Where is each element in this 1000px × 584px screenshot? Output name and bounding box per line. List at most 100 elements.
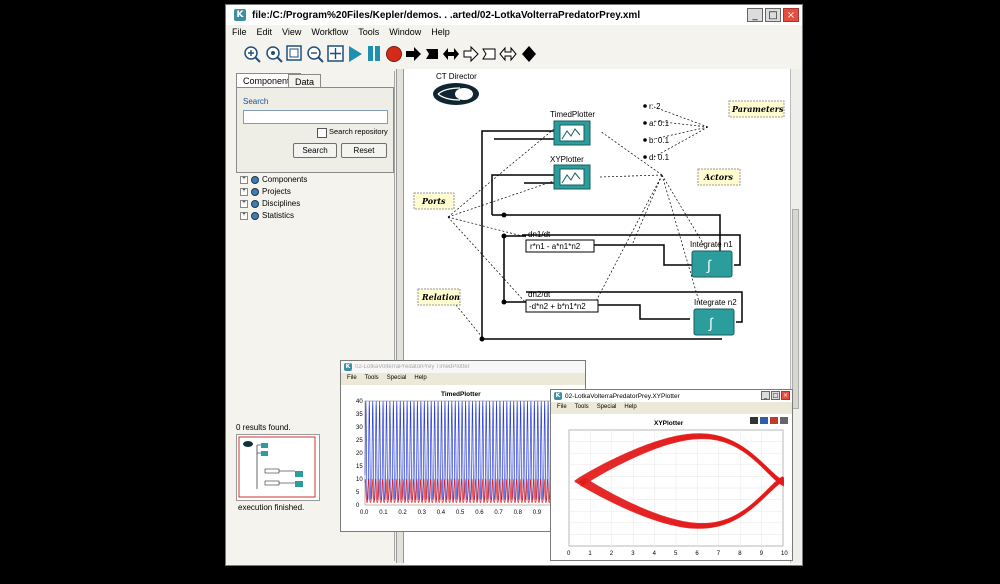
xy-menu-bar: File Tools Special Help	[551, 404, 792, 410]
folder-icon	[251, 187, 259, 196]
pause-icon[interactable]	[368, 46, 380, 61]
x-tick-label: 0.9	[533, 510, 542, 516]
x-tick-label: 8	[738, 551, 742, 557]
x-tick-label: 0.7	[494, 510, 503, 516]
expand-icon[interactable]: +	[240, 199, 248, 208]
search-label: Search	[243, 97, 269, 106]
format-icon[interactable]	[780, 417, 788, 424]
tail-icon[interactable]	[426, 49, 438, 59]
integrate-n2-actor[interactable]: ∫	[693, 308, 735, 336]
parameters-note-text: Parameters	[731, 104, 784, 114]
y-tick-label: 25	[356, 438, 363, 444]
fill-icon[interactable]	[760, 417, 768, 424]
xy-chart-title: XYPlotter	[654, 420, 684, 427]
timed-menu-special[interactable]: Special	[387, 375, 407, 381]
maximize-icon[interactable]: □	[771, 391, 780, 400]
xy-plotter-window: K 02-LotkaVolterraPredatorPrey.XYPlotter…	[550, 389, 793, 561]
tree-item-statistics[interactable]: + Statistics	[240, 211, 294, 220]
menu-view[interactable]: View	[282, 27, 301, 41]
menu-file[interactable]: File	[232, 27, 247, 41]
pan-icon[interactable]	[327, 45, 344, 62]
xy-menu-special[interactable]: Special	[597, 404, 617, 410]
timed-plotter-label: TimedPlotter	[550, 110, 595, 119]
double-arrow-icon[interactable]	[443, 48, 459, 60]
y-tick-label: 0	[356, 503, 360, 509]
x-tick-label: 10	[781, 551, 788, 557]
minimize-icon[interactable]: _	[747, 8, 763, 22]
outline-double-arrow-icon[interactable]	[499, 46, 517, 62]
x-tick-label: 0.4	[437, 510, 446, 516]
x-tick-label: 4	[653, 551, 657, 557]
run-icon[interactable]	[349, 46, 362, 62]
xy-chart[interactable]: XYPlotter 0 1 2 3 4 5 6 7 8 9 10	[551, 414, 792, 560]
menu-window[interactable]: Window	[389, 27, 421, 41]
scroll-thumb[interactable]	[792, 209, 799, 409]
close-icon[interactable]: ×	[781, 391, 790, 400]
outline-tail-icon[interactable]	[482, 48, 496, 60]
parameters-note[interactable]: Parameters	[728, 100, 785, 118]
y-tick-label: 35	[356, 412, 363, 418]
menu-edit[interactable]: Edit	[257, 27, 273, 41]
ct-director-icon[interactable]	[433, 83, 479, 105]
expand-icon[interactable]: +	[240, 175, 248, 184]
tree-item-components[interactable]: + Components	[240, 175, 307, 184]
parameter-b: b: 0.1	[649, 136, 670, 145]
reset-axes-icon[interactable]	[770, 417, 778, 424]
overview-thumbnail	[238, 436, 316, 498]
expand-icon[interactable]: +	[240, 211, 248, 220]
fit-icon[interactable]	[286, 45, 302, 61]
main-title-bar[interactable]: K file:/C:/Program%20Files/Kepler/demos.…	[226, 5, 802, 25]
menu-tools[interactable]: Tools	[358, 27, 379, 41]
navigation-overview[interactable]	[236, 434, 320, 501]
diamond-icon[interactable]	[522, 46, 536, 62]
maximize-icon[interactable]: □	[765, 8, 781, 22]
director-label: CT Director	[436, 72, 477, 81]
timed-title-bar[interactable]: K 02-LotkaVolterraPredatorPrey TimedPlot…	[341, 361, 585, 373]
search-input[interactable]	[243, 110, 388, 124]
relation-note[interactable]: Relation	[417, 288, 461, 306]
search-button[interactable]: Search	[293, 143, 337, 158]
zoom-out-icon[interactable]	[307, 46, 324, 63]
xy-toolbar	[750, 417, 788, 424]
x-tick-label: 1	[588, 551, 592, 557]
timed-chart[interactable]: TimedPlotter 0.0 0.1 0.2 0.3 0.4 0.5 0.6 0.7 0.8…	[341, 385, 585, 531]
zoom-in-icon[interactable]	[244, 46, 261, 63]
stop-icon[interactable]	[386, 46, 402, 62]
dn1-expression: r*n1 - a*n1*n2	[530, 242, 581, 251]
print-icon[interactable]	[750, 417, 758, 424]
close-icon[interactable]: ×	[783, 8, 799, 22]
x-tick-label: 0.0	[360, 510, 369, 516]
xy-title-bar[interactable]: K 02-LotkaVolterraPredatorPrey.XYPlotter…	[551, 390, 792, 402]
kepler-logo-icon: K	[344, 363, 352, 371]
xy-menu-help[interactable]: Help	[624, 404, 636, 410]
tree-item-projects[interactable]: + Projects	[240, 187, 291, 196]
tree-label: Projects	[262, 187, 291, 196]
xy-plotter-actor[interactable]	[553, 164, 591, 190]
minimize-icon[interactable]: _	[761, 391, 770, 400]
y-tick-label: 20	[356, 451, 363, 457]
tree-item-disciplines[interactable]: + Disciplines	[240, 199, 300, 208]
arrow-right-icon[interactable]	[406, 47, 421, 61]
search-repository-checkbox[interactable]	[317, 128, 327, 138]
xy-menu-tools[interactable]: Tools	[575, 404, 589, 410]
menu-help[interactable]: Help	[431, 27, 450, 41]
reset-button[interactable]: Reset	[341, 143, 387, 158]
timed-menu-tools[interactable]: Tools	[365, 375, 379, 381]
outline-arrow-icon[interactable]	[463, 45, 479, 63]
expand-icon[interactable]: +	[240, 187, 248, 196]
menu-workflow[interactable]: Workflow	[311, 27, 348, 41]
timed-menu-help[interactable]: Help	[414, 375, 426, 381]
actors-note[interactable]: Actors	[697, 168, 741, 186]
x-tick-label: 6	[695, 551, 699, 557]
integrate-n1-actor[interactable]: ∫	[691, 250, 733, 278]
dn2-expression: -d*n2 + b*n1*n2	[529, 302, 586, 311]
y-tick-label: 30	[356, 425, 363, 431]
x-tick-label: 9	[760, 551, 764, 557]
xy-menu-file[interactable]: File	[557, 404, 567, 410]
tab-data[interactable]: Data	[288, 74, 322, 87]
timed-menu-file[interactable]: File	[347, 375, 357, 381]
search-panel: Search Search repository Search Reset	[236, 87, 394, 173]
ports-note[interactable]: Ports	[413, 192, 455, 210]
timed-plotter-actor[interactable]	[553, 120, 591, 146]
zoom-reset-icon[interactable]	[266, 46, 283, 63]
